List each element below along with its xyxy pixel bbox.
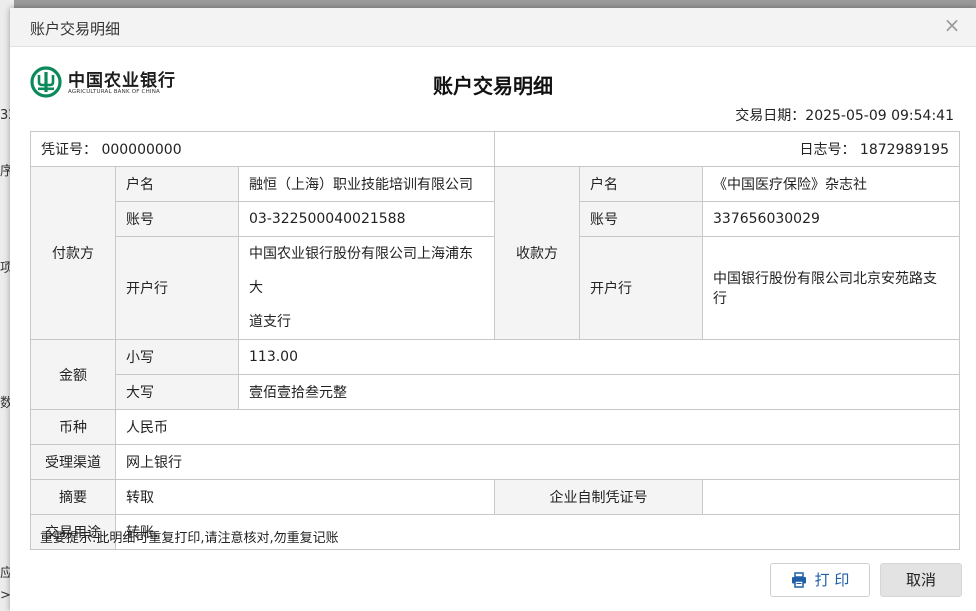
amount-lower-row: 金额 小写 113.00 bbox=[30, 339, 960, 410]
voucher-cell: 凭证号： 000000000 bbox=[30, 131, 495, 167]
amount-upper-label: 大写 bbox=[115, 374, 239, 410]
name-row: 付款方 户名 融恒（上海）职业技能培训有限公司 收款方 户名 《中国医疗保险》杂… bbox=[30, 166, 960, 340]
summary-row: 摘要 转取 企业自制凭证号 bbox=[30, 479, 960, 515]
amount-lower-label: 小写 bbox=[115, 339, 239, 375]
payer-account: 03-322500040021588 bbox=[238, 201, 495, 237]
payer-bank-label: 开户行 bbox=[115, 236, 239, 340]
transaction-date: 交易日期：2025-05-09 09:54:41 bbox=[735, 105, 954, 125]
amount-upper-value: 壹佰壹拾叁元整 bbox=[238, 374, 960, 410]
payer-account-label: 账号 bbox=[115, 201, 239, 237]
printer-icon bbox=[791, 572, 806, 588]
dialog-title: 账户交易明细 bbox=[30, 20, 121, 38]
log-label: 日志号： bbox=[799, 142, 856, 158]
company-voucher-label: 企业自制凭证号 bbox=[494, 479, 703, 515]
currency-row: 币种 人民币 bbox=[30, 409, 960, 445]
voucher-value: 000000000 bbox=[101, 142, 182, 158]
payer-bank-line2: 道支行 bbox=[249, 314, 291, 330]
amount-upper-row: 大写 壹佰壹拾叁元整 bbox=[31, 374, 960, 410]
payee-name-label: 户名 bbox=[579, 166, 703, 202]
log-value: 1872989195 bbox=[859, 142, 949, 158]
transaction-date-label: 交易日期： bbox=[735, 108, 806, 124]
voucher-row: 凭证号： 000000000 日志号： 1872989195 bbox=[30, 131, 960, 167]
amount-lower-value: 113.00 bbox=[238, 339, 960, 375]
document-title: 账户交易明细 bbox=[433, 74, 553, 98]
payee-section-label: 收款方 bbox=[494, 166, 580, 340]
summary-label: 摘要 bbox=[30, 479, 116, 515]
payee-name: 《中国医疗保险》杂志社 bbox=[702, 166, 960, 202]
company-voucher-value bbox=[702, 479, 960, 515]
cancel-button[interactable]: 取消 bbox=[880, 563, 962, 597]
print-button-label: 打 印 bbox=[814, 571, 850, 589]
voucher-label: 凭证号： bbox=[41, 142, 97, 158]
payer-bank-line1: 中国农业银行股份有限公司上海浦东大 bbox=[249, 246, 473, 296]
important-notice: 重要提示:此明细可重复打印,请注意核对,勿重复记账 bbox=[40, 531, 339, 546]
payer-name-label: 户名 bbox=[115, 166, 239, 202]
channel-row: 受理渠道 网上银行 bbox=[30, 444, 960, 480]
dialog-header: 账户交易明细 × bbox=[10, 8, 976, 47]
print-button[interactable]: 打 印 bbox=[770, 563, 870, 597]
currency-label: 币种 bbox=[30, 409, 116, 445]
channel-value: 网上银行 bbox=[115, 444, 960, 480]
transaction-detail-table: 凭证号： 000000000 日志号： 1872989195 付款方 户名 融恒… bbox=[30, 131, 960, 550]
summary-value: 转取 bbox=[115, 479, 495, 515]
channel-label: 受理渠道 bbox=[30, 444, 116, 480]
close-icon[interactable]: × bbox=[942, 15, 962, 35]
amount-section-label: 金额 bbox=[30, 339, 116, 410]
payee-bank-label: 开户行 bbox=[579, 236, 703, 340]
currency-value: 人民币 bbox=[115, 409, 960, 445]
payee-account: 337656030029 bbox=[702, 201, 960, 237]
transaction-detail-dialog: 账户交易明细 × 中国农业银行 AGRICULTURAL BANK OF CHI… bbox=[10, 8, 976, 611]
payer-name: 融恒（上海）职业技能培训有限公司 bbox=[238, 166, 495, 202]
payee-bank: 中国银行股份有限公司北京安苑路支行 bbox=[702, 236, 960, 340]
payer-section-label: 付款方 bbox=[30, 166, 116, 340]
payer-bank: 中国农业银行股份有限公司上海浦东大道支行 bbox=[238, 236, 495, 340]
payee-account-label: 账号 bbox=[579, 201, 703, 237]
log-cell: 日志号： 1872989195 bbox=[494, 131, 960, 167]
transaction-date-value: 2025-05-09 09:54:41 bbox=[805, 108, 954, 124]
